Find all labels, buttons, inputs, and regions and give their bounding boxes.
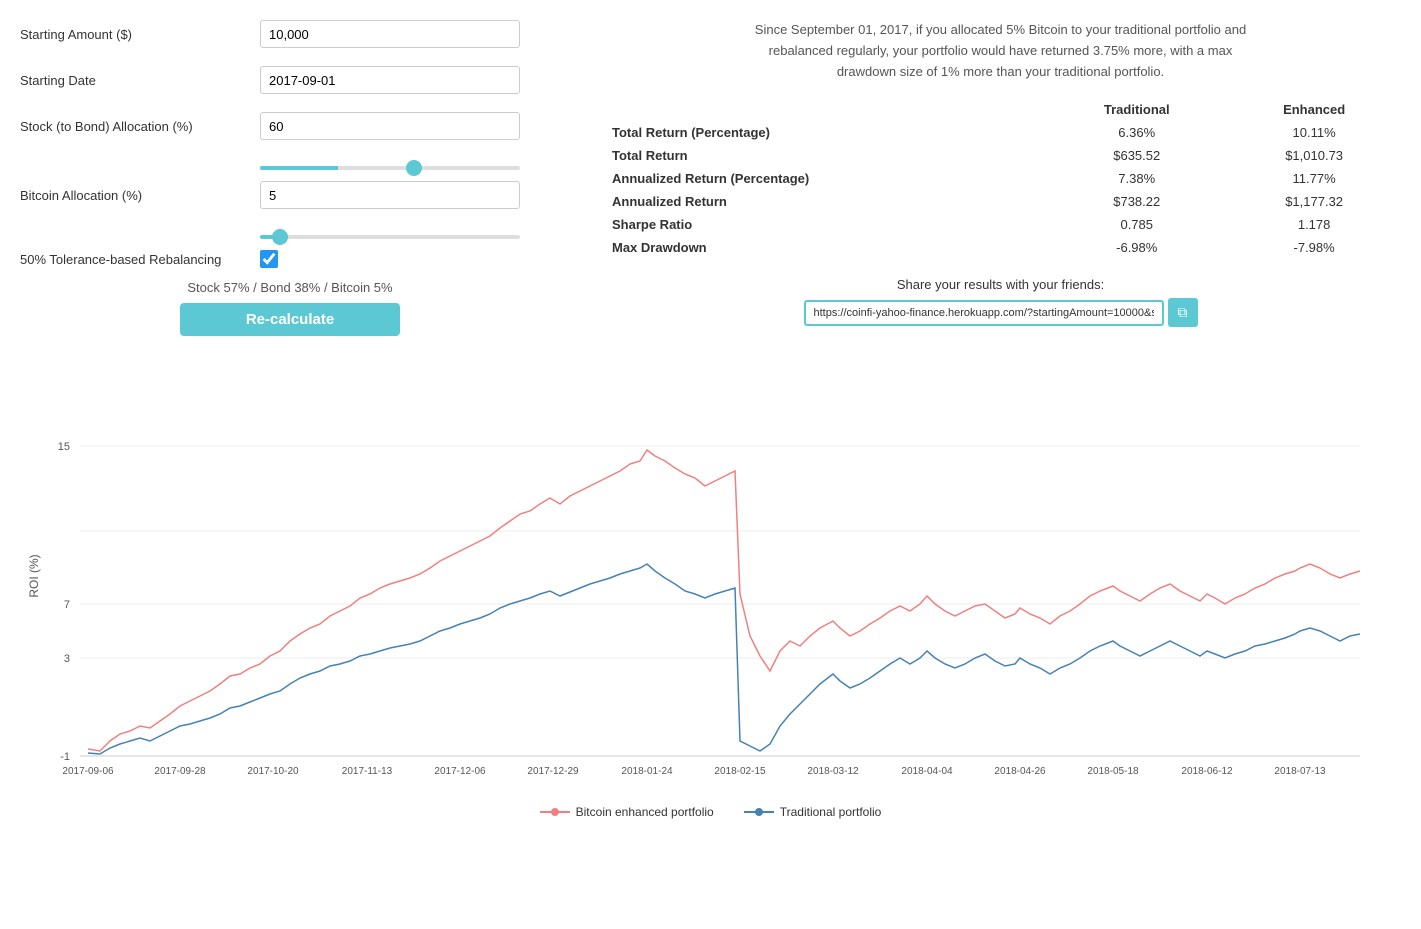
bitcoin-allocation-row: Bitcoin Allocation (%) — [20, 181, 560, 209]
row-enhanced: 1.178 — [1227, 213, 1401, 236]
starting-amount-label: Starting Amount ($) — [20, 27, 260, 42]
legend-bitcoin: Bitcoin enhanced portfolio — [540, 805, 714, 819]
row-label: Annualized Return — [600, 190, 1046, 213]
legend-traditional-label: Traditional portfolio — [780, 805, 882, 819]
summary-text: Since September 01, 2017, if you allocat… — [751, 20, 1251, 82]
rebalancing-row: 50% Tolerance-based Rebalancing — [20, 250, 560, 268]
stock-slider-row — [20, 158, 560, 173]
svg-text:2017-11-13: 2017-11-13 — [342, 766, 393, 777]
left-panel: Starting Amount ($) Starting Date Stock … — [20, 20, 560, 346]
traditional-line — [88, 564, 1360, 754]
bitcoin-allocation-slider[interactable] — [260, 235, 520, 239]
results-table: Traditional Enhanced Total Return (Perce… — [600, 98, 1401, 259]
row-traditional: $635.52 — [1046, 144, 1227, 167]
svg-text:2018-03-12: 2018-03-12 — [807, 766, 859, 777]
svg-text:2017-12-06: 2017-12-06 — [434, 766, 486, 777]
svg-text:2018-07-13: 2018-07-13 — [1274, 766, 1326, 777]
svg-text:2017-10-20: 2017-10-20 — [247, 766, 299, 777]
svg-text:2018-05-18: 2018-05-18 — [1087, 766, 1139, 777]
row-traditional: 6.36% — [1046, 121, 1227, 144]
chart-legend: Bitcoin enhanced portfolio Traditional p… — [20, 805, 1401, 819]
row-label: Max Drawdown — [600, 236, 1046, 259]
starting-amount-input[interactable] — [260, 20, 520, 48]
row-enhanced: 11.77% — [1227, 167, 1401, 190]
bitcoin-allocation-label: Bitcoin Allocation (%) — [20, 188, 260, 203]
svg-text:2018-06-12: 2018-06-12 — [1181, 766, 1233, 777]
rebalancing-label: 50% Tolerance-based Rebalancing — [20, 252, 260, 267]
svg-text:2018-02-15: 2018-02-15 — [714, 766, 766, 777]
allocation-text: Stock 57% / Bond 38% / Bitcoin 5% — [20, 280, 560, 295]
col-enhanced: Enhanced — [1227, 98, 1401, 121]
stock-allocation-label: Stock (to Bond) Allocation (%) — [20, 119, 260, 134]
starting-date-label: Starting Date — [20, 73, 260, 88]
svg-text:2017-09-06: 2017-09-06 — [62, 766, 114, 777]
row-enhanced: 10.11% — [1227, 121, 1401, 144]
row-label: Total Return (Percentage) — [600, 121, 1046, 144]
share-url-input[interactable] — [804, 300, 1164, 326]
starting-date-input[interactable] — [260, 66, 520, 94]
bitcoin-allocation-input[interactable] — [260, 181, 520, 209]
row-traditional: -6.98% — [1046, 236, 1227, 259]
svg-text:7: 7 — [64, 599, 70, 611]
svg-text:15: 15 — [58, 441, 70, 453]
legend-bitcoin-label: Bitcoin enhanced portfolio — [576, 805, 714, 819]
row-label: Total Return — [600, 144, 1046, 167]
svg-text:-1: -1 — [60, 751, 70, 763]
svg-text:2017-12-29: 2017-12-29 — [527, 766, 579, 777]
row-enhanced: $1,177.32 — [1227, 190, 1401, 213]
svg-text:3: 3 — [64, 653, 70, 665]
row-enhanced: $1,010.73 — [1227, 144, 1401, 167]
legend-traditional: Traditional portfolio — [744, 805, 882, 819]
stock-allocation-input[interactable] — [260, 112, 520, 140]
share-section: Share your results with your friends: ⧉ — [600, 277, 1401, 327]
svg-text:2017-09-28: 2017-09-28 — [154, 766, 206, 777]
col-traditional: Traditional — [1046, 98, 1227, 121]
svg-text:2018-04-04: 2018-04-04 — [901, 766, 953, 777]
table-row: Total Return $635.52 $1,010.73 — [600, 144, 1401, 167]
share-label: Share your results with your friends: — [600, 277, 1401, 292]
starting-amount-row: Starting Amount ($) — [20, 20, 560, 48]
rebalancing-checkbox[interactable] — [260, 250, 278, 268]
row-label: Sharpe Ratio — [600, 213, 1046, 236]
row-label: Annualized Return (Percentage) — [600, 167, 1046, 190]
chart-area: ROI (%) 15 7 3 -1 2017-09-06 2017-09-28 … — [20, 356, 1401, 819]
table-row: Annualized Return (Percentage) 7.38% 11.… — [600, 167, 1401, 190]
bitcoin-slider-row — [20, 227, 560, 242]
row-enhanced: -7.98% — [1227, 236, 1401, 259]
copy-button[interactable]: ⧉ — [1168, 298, 1198, 327]
table-row: Max Drawdown -6.98% -7.98% — [600, 236, 1401, 259]
y-axis-label: ROI (%) — [27, 554, 41, 597]
row-traditional: 7.38% — [1046, 167, 1227, 190]
bitcoin-line — [88, 450, 1360, 751]
table-row: Annualized Return $738.22 $1,177.32 — [600, 190, 1401, 213]
row-traditional: $738.22 — [1046, 190, 1227, 213]
table-row: Sharpe Ratio 0.785 1.178 — [600, 213, 1401, 236]
svg-text:2018-04-26: 2018-04-26 — [994, 766, 1046, 777]
table-row: Total Return (Percentage) 6.36% 10.11% — [600, 121, 1401, 144]
row-traditional: 0.785 — [1046, 213, 1227, 236]
starting-date-row: Starting Date — [20, 66, 560, 94]
right-panel: Since September 01, 2017, if you allocat… — [600, 20, 1401, 346]
stock-allocation-row: Stock (to Bond) Allocation (%) — [20, 112, 560, 140]
chart-svg: ROI (%) 15 7 3 -1 2017-09-06 2017-09-28 … — [20, 356, 1380, 796]
recalculate-button[interactable]: Re-calculate — [180, 303, 400, 336]
svg-text:2018-01-24: 2018-01-24 — [621, 766, 673, 777]
share-row: ⧉ — [600, 298, 1401, 327]
stock-allocation-slider[interactable] — [260, 166, 520, 170]
